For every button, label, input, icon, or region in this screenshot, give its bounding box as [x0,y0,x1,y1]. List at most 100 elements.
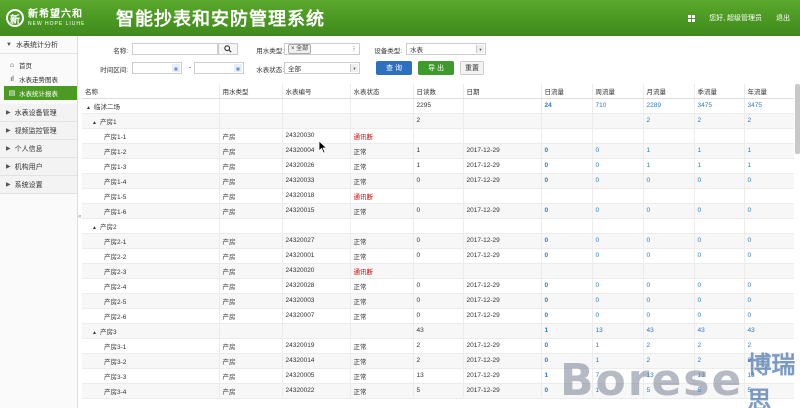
cell-status: 正常 [350,383,414,399]
table-row[interactable]: ▲ 产房1 2 2 2 2 [82,113,794,129]
cell-day [541,113,593,129]
tree-name-cell: 产房1-4 [82,173,220,189]
tree-name-cell: 产房1-5 [82,188,220,204]
calendar-icon[interactable]: ▦ [234,64,242,72]
cell-code: 24320028 [282,278,351,294]
search-button[interactable] [218,43,238,55]
cell-reading: 0 [413,173,464,189]
table-row[interactable]: 产房2-1 产房 24320027 正常 0 2017-12-29 0 0 0 0 0 [82,233,794,249]
calendar-icon[interactable]: ▦ [172,64,180,72]
table-row[interactable]: 产房2-3 产房 24320020 通讯断 [82,263,794,279]
table-row[interactable]: 产房1-1 产房 24320030 通讯断 [82,128,794,144]
cell-status: 通讯断 [350,128,414,144]
table-row[interactable]: 产房2-4 产房 24320028 正常 0 2017-12-29 0 0 0 0 0 [82,278,794,294]
cell-date [463,188,542,204]
cell-status [350,113,414,129]
meter-status-select[interactable]: 全部 ▼ [284,62,360,74]
table-row[interactable]: 产房1-4 产房 24320033 正常 0 2017-12-29 0 0 0 0 0 [82,173,794,189]
table-scrollbar[interactable] [795,84,800,154]
cell-date: 2017-12-29 [463,383,542,399]
table-row[interactable]: ▲ 临沭二场 2295 24 710 2289 3475 3475 [82,98,794,114]
cell-reading: 2 [413,353,464,369]
column-header: 名称 [82,84,220,99]
table-row[interactable]: 产房2-6 产房 24320007 正常 0 2017-12-29 0 0 0 0 0 [82,308,794,324]
cell-code: 24320027 [282,233,351,249]
water-type-select[interactable]: × 全部 ⁝ [284,43,360,55]
cell-week [592,188,644,204]
row-name: 产房3 [99,328,117,336]
end-date-input[interactable]: ▦ [194,62,244,74]
tree-toggle-icon[interactable]: ▲ [92,120,97,126]
sidebar-collapse-icon[interactable]: « [78,214,81,220]
reset-button[interactable]: 重置 [460,61,484,75]
tree-name-cell: 产房3-4 [82,383,220,399]
mouse-cursor-icon [318,140,328,154]
chevron-right-icon: ▶ [6,164,11,170]
row-name: 临沭二场 [93,103,120,111]
cell-date: 2017-12-29 [463,173,542,189]
logout-link[interactable]: 退出 [776,13,790,23]
cell-date: 2017-12-29 [463,308,542,324]
cell-quarter: 2 [694,338,745,354]
sidebar-item-report[interactable]: ▤ 水表统计报表 [4,86,77,100]
table-row[interactable]: 产房1-2 产房 24320004 正常 1 2017-12-29 0 0 1 1 1 [82,143,794,159]
cell-day: 1 [541,323,593,339]
table-row[interactable]: 产房1-6 产房 24320015 正常 0 2017-12-29 0 0 0 0 0 [82,203,794,219]
cell-month [643,188,695,204]
table-row[interactable]: ▲ 产房3 43 1 13 43 43 43 [82,323,794,339]
cell-date [463,113,542,129]
tree-toggle-icon[interactable]: ▲ [92,330,97,336]
apps-grid-icon[interactable] [688,14,696,22]
logo: 新 新希望六和 NEW HOPE LIUHE [6,9,104,27]
row-name: 产房1-1 [104,133,127,141]
user-greeting[interactable]: 您好, 超级管理员 [709,13,762,23]
export-button[interactable]: 导 出 [418,61,454,75]
sidebar-group-water-stats[interactable]: ▼ 水表统计分析 [0,36,77,54]
tree-toggle-icon[interactable]: ▲ [92,225,97,231]
name-input[interactable] [132,43,218,55]
cell-quarter: 1 [694,143,745,159]
cell-status: 正常 [350,233,414,249]
table-row[interactable]: 产房2-5 产房 24320003 正常 0 2017-12-29 0 0 0 0 0 [82,293,794,309]
cell-day: 0 [541,158,593,174]
table-row[interactable]: 产房1-3 产房 24320026 正常 1 2017-12-29 0 0 1 1 1 [82,158,794,174]
tree-name-cell: 产房3-2 [82,353,220,369]
cell-reading: 13 [413,368,464,384]
cell-code [282,113,351,129]
cell-week: 0 [592,248,644,264]
time-range-label: 时间区间: [100,67,128,74]
cell-date: 2017-12-29 [463,338,542,354]
column-header: 水表状态 [350,84,414,99]
table-row[interactable]: 产房3-1 产房 24320019 正常 2 2017-12-29 0 1 2 2 2 [82,338,794,354]
date-separator: - [188,64,191,71]
cell-day: 0 [541,308,593,324]
chevron-right-icon: ▶ [6,146,11,152]
row-name: 产房2-1 [104,238,127,246]
sidebar-item-trend[interactable]: ıl 水表走势图表 [0,72,77,86]
device-type-select[interactable]: 水表 ▼ [406,43,486,55]
sidebar-group-personal[interactable]: ▶ 个人信息 [0,140,77,158]
meter-status-label: 水表状态: [256,67,284,74]
tree-toggle-icon[interactable]: ▲ [86,105,91,111]
name-label: 名称: [113,48,128,55]
table-row[interactable]: 产房2-2 产房 24320001 正常 0 2017-12-29 0 0 0 0 0 [82,248,794,264]
row-name: 产房2-2 [104,253,127,261]
cell-day: 0 [541,143,593,159]
cell-reading: 43 [413,323,464,339]
start-date-input[interactable]: ▦ [132,62,182,74]
sidebar-group-device[interactable]: ▶ 水表设备管理 [0,104,77,122]
cell-week: 0 [592,143,644,159]
query-button[interactable]: 查 询 [376,61,412,75]
sidebar-group-video[interactable]: ▶ 视频监控管理 [0,122,77,140]
sidebar-group-org[interactable]: ▶ 机构用户 [0,158,77,176]
cell-type [219,323,283,339]
table-row[interactable]: ▲ 产房2 [82,218,794,234]
sidebar-group-system[interactable]: ▶ 系统设置 [0,176,77,194]
table-row[interactable]: 产房1-5 产房 24320018 通讯断 [82,188,794,204]
water-type-tag[interactable]: × 全部 [288,44,312,54]
sidebar-item-home[interactable]: ⌂ 首页 [0,58,77,72]
table-icon: ▤ [8,90,16,97]
cell-status: 正常 [350,143,414,159]
tree-name-cell: 产房1-2 [82,143,220,159]
cell-date: 2017-12-29 [463,293,542,309]
